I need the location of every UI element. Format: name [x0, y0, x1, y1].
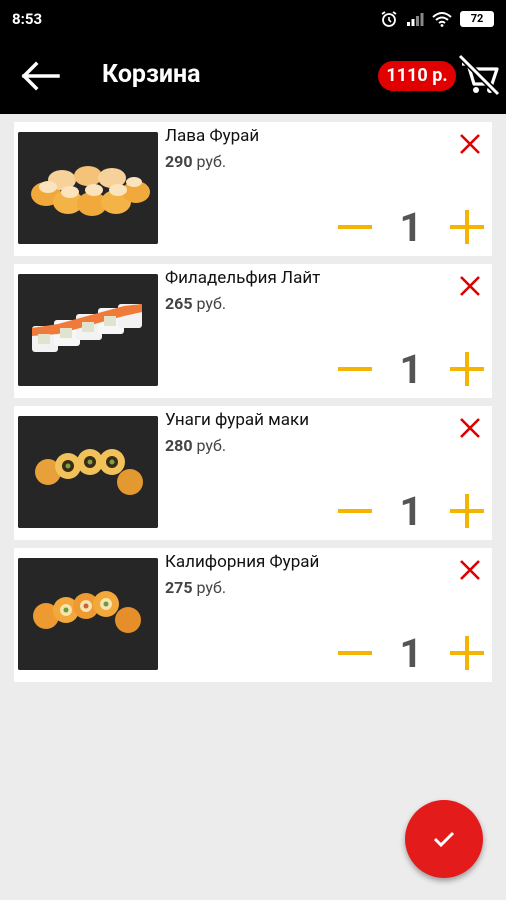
close-icon[interactable]: [456, 414, 484, 442]
price-currency: руб.: [196, 294, 227, 313]
quantity-stepper: 1: [334, 203, 488, 251]
status-icons: 72: [380, 10, 494, 28]
quantity-stepper: 1: [334, 487, 488, 535]
wifi-icon: [432, 12, 452, 27]
quantity-value: 1: [399, 487, 423, 535]
price-currency: руб.: [196, 436, 227, 455]
plus-icon[interactable]: [446, 348, 488, 390]
price-value: 280: [165, 436, 193, 455]
price-value: 265: [165, 294, 193, 313]
product-name: Калифорния Фурай: [165, 552, 320, 572]
product-price: 280 руб.: [165, 436, 226, 455]
quantity-value: 1: [399, 203, 423, 251]
confirm-order-button[interactable]: [405, 800, 483, 878]
close-icon[interactable]: [456, 130, 484, 158]
status-time: 8:53: [12, 10, 43, 28]
product-price: 290 руб.: [165, 152, 226, 171]
cart-total-badge: 1110 р.: [378, 61, 456, 91]
cart-item: Унаги фурай маки 280 руб. 1: [14, 406, 492, 540]
signal-icon: [407, 13, 424, 26]
minus-icon[interactable]: [334, 490, 376, 532]
cart-item: Лава Фурай 290 руб. 1: [14, 122, 492, 256]
minus-icon[interactable]: [334, 632, 376, 674]
page-title: Корзина: [102, 60, 201, 89]
product-name: Унаги фурай маки: [165, 410, 310, 430]
battery-icon: 72: [460, 11, 494, 27]
minus-icon[interactable]: [334, 348, 376, 390]
product-image: [18, 132, 158, 244]
product-price: 275 руб.: [165, 578, 226, 597]
price-value: 290: [165, 152, 193, 171]
price-currency: руб.: [196, 578, 227, 597]
cart-list: Лава Фурай 290 руб. 1 Филадельфия Лайт 2…: [14, 122, 492, 690]
app-toolbar: Корзина 1110 р.: [0, 38, 506, 114]
product-name: Филадельфия Лайт: [165, 268, 321, 288]
status-bar: 8:53 72: [0, 0, 506, 38]
back-arrow-icon[interactable]: [18, 60, 62, 92]
close-icon[interactable]: [456, 556, 484, 584]
product-image: [18, 558, 158, 670]
quantity-stepper: 1: [334, 345, 488, 393]
cart-item: Калифорния Фурай 275 руб. 1: [14, 548, 492, 682]
cart-item: Филадельфия Лайт 265 руб. 1: [14, 264, 492, 398]
cart-off-icon[interactable]: [456, 52, 502, 98]
product-price: 265 руб.: [165, 294, 226, 313]
plus-icon[interactable]: [446, 206, 488, 248]
quantity-value: 1: [399, 345, 423, 393]
plus-icon[interactable]: [446, 490, 488, 532]
close-icon[interactable]: [456, 272, 484, 300]
quantity-value: 1: [399, 629, 423, 677]
check-icon: [433, 831, 455, 848]
minus-icon[interactable]: [334, 206, 376, 248]
product-name: Лава Фурай: [165, 126, 260, 146]
price-currency: руб.: [196, 152, 227, 171]
product-image: [18, 274, 158, 386]
product-image: [18, 416, 158, 528]
alarm-icon: [381, 11, 397, 27]
quantity-stepper: 1: [334, 629, 488, 677]
plus-icon[interactable]: [446, 632, 488, 674]
price-value: 275: [165, 578, 193, 597]
